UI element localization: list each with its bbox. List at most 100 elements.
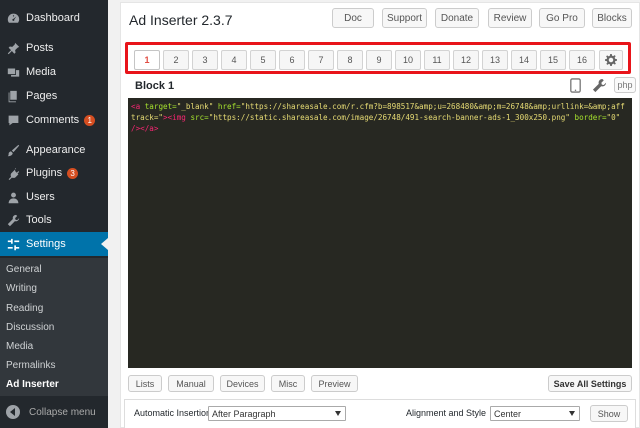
sidebar-item-appearance[interactable]: Appearance <box>0 138 108 162</box>
tab-block-9[interactable]: 9 <box>366 50 392 70</box>
sidebar-item-pages[interactable]: Pages <box>0 84 108 108</box>
automatic-insertion-label: Automatic Insertion <box>134 408 212 418</box>
submenu-item-ad-inserter[interactable]: Ad Inserter <box>6 376 59 394</box>
sidebar-item-dashboard[interactable]: Dashboard <box>0 6 108 30</box>
code-token: /> <box>131 124 141 133</box>
block-title: Block 1 <box>135 80 175 92</box>
wrench-icon <box>592 78 607 93</box>
admin-sidebar: Dashboard Posts Media Pages Comments 1 A… <box>0 0 108 428</box>
tab-block-12[interactable]: 12 <box>453 50 479 70</box>
tab-block-4[interactable]: 4 <box>221 50 247 70</box>
go-pro-button[interactable]: Go Pro <box>539 8 585 28</box>
donate-button[interactable]: Donate <box>435 8 479 28</box>
submenu-item-writing[interactable]: Writing <box>6 280 37 298</box>
sidebar-item-posts[interactable]: Posts <box>0 36 108 60</box>
sidebar-item-media[interactable]: Media <box>0 60 108 84</box>
sidebar-item-label: Pages <box>26 90 58 102</box>
review-button[interactable]: Review <box>488 8 532 28</box>
save-all-settings-button[interactable]: Save All Settings <box>548 375 632 392</box>
tab-block-16[interactable]: 16 <box>569 50 595 70</box>
submenu-item-permalinks[interactable]: Permalinks <box>6 357 55 375</box>
tab-block-8[interactable]: 8 <box>337 50 363 70</box>
dashboard-icon <box>6 11 20 25</box>
tab-block-3[interactable]: 3 <box>192 50 218 70</box>
sidebar-item-label: Tools <box>26 214 52 226</box>
sidebar-item-tools[interactable]: Tools <box>0 208 108 232</box>
collapse-arrow-icon <box>6 405 20 419</box>
tab-settings[interactable] <box>599 50 623 70</box>
tab-block-1[interactable]: 1 <box>134 50 160 70</box>
sidebar-item-label: Media <box>26 66 56 78</box>
gear-icon <box>605 54 617 66</box>
code-editor[interactable]: <a target="_blank" href="https://shareas… <box>128 98 632 368</box>
tab-block-10[interactable]: 10 <box>395 50 421 70</box>
page-title: Ad Inserter 2.3.7 <box>129 12 233 28</box>
alignment-style-select[interactable]: Center <box>490 406 580 421</box>
show-button[interactable]: Show <box>590 405 628 422</box>
tab-block-7[interactable]: 7 <box>308 50 334 70</box>
code-token: src= <box>185 113 209 122</box>
manual-button[interactable]: Manual <box>168 375 214 392</box>
code-token: </a> <box>140 124 159 133</box>
sidebar-item-label: Comments <box>26 114 80 126</box>
sidebar-item-label: Dashboard <box>26 12 80 24</box>
chevron-down-icon <box>335 411 341 416</box>
blocks-button[interactable]: Blocks <box>592 8 632 28</box>
settings-icon <box>6 237 20 251</box>
brush-icon <box>6 143 20 157</box>
preview-button[interactable]: Preview <box>311 375 358 392</box>
tools-toggle[interactable] <box>590 76 608 94</box>
tab-block-15[interactable]: 15 <box>540 50 566 70</box>
sidebar-item-comments[interactable]: Comments 1 <box>0 108 108 132</box>
code-token: <a <box>131 102 141 111</box>
submenu-item-media[interactable]: Media <box>6 338 33 356</box>
device-toggle[interactable] <box>566 76 584 94</box>
sidebar-item-label: Users <box>26 191 55 203</box>
media-icon <box>6 65 20 79</box>
code-token: border <box>569 113 602 122</box>
code-token: "0" <box>606 113 621 122</box>
misc-button[interactable]: Misc <box>271 375 305 392</box>
tab-block-5[interactable]: 5 <box>250 50 276 70</box>
automatic-insertion-value: After Paragraph <box>212 408 276 419</box>
wrench-icon <box>6 213 20 227</box>
code-token: href= <box>213 102 241 111</box>
support-button[interactable]: Support <box>382 8 427 28</box>
submenu-item-reading[interactable]: Reading <box>6 300 43 318</box>
code-token: <img <box>167 113 186 122</box>
code-token: "https://static.shareasale.com/image/267… <box>208 113 570 122</box>
sidebar-item-settings[interactable]: Settings <box>0 232 108 256</box>
tab-block-2[interactable]: 2 <box>163 50 189 70</box>
settings-submenu: General Writing Reading Discussion Media… <box>0 258 108 396</box>
submenu-item-general[interactable]: General <box>6 261 42 279</box>
code-token: target= <box>140 102 177 111</box>
php-toggle[interactable]: php <box>614 77 636 93</box>
alignment-style-value: Center <box>494 408 522 419</box>
pages-icon <box>6 89 20 103</box>
sidebar-item-label: Posts <box>26 42 54 54</box>
lists-button[interactable]: Lists <box>128 375 162 392</box>
sidebar-item-plugins[interactable]: Plugins 3 <box>0 161 108 185</box>
doc-button[interactable]: Doc <box>332 8 374 28</box>
sidebar-item-label: Appearance <box>26 144 86 156</box>
collapse-menu-label: Collapse menu <box>29 406 96 418</box>
sidebar-item-label: Settings <box>26 238 66 250</box>
plugins-count-badge: 3 <box>67 167 79 179</box>
submenu-item-discussion[interactable]: Discussion <box>6 319 54 337</box>
tablet-icon <box>568 77 583 93</box>
tab-block-11[interactable]: 11 <box>424 50 450 70</box>
tab-block-6[interactable]: 6 <box>279 50 305 70</box>
sidebar-item-users[interactable]: Users <box>0 185 108 209</box>
tab-block-14[interactable]: 14 <box>511 50 537 70</box>
comment-icon <box>6 113 20 127</box>
collapse-menu-button[interactable]: Collapse menu <box>0 402 108 422</box>
user-icon <box>6 190 20 204</box>
automatic-insertion-select[interactable]: After Paragraph <box>208 406 346 421</box>
devices-button[interactable]: Devices <box>220 375 265 392</box>
pin-icon <box>6 41 20 55</box>
comments-count-badge: 1 <box>84 114 96 126</box>
alignment-style-label: Alignment and Style <box>406 408 487 418</box>
chevron-down-icon <box>569 411 575 416</box>
sidebar-item-label: Plugins <box>26 167 63 179</box>
tab-block-13[interactable]: 13 <box>482 50 508 70</box>
